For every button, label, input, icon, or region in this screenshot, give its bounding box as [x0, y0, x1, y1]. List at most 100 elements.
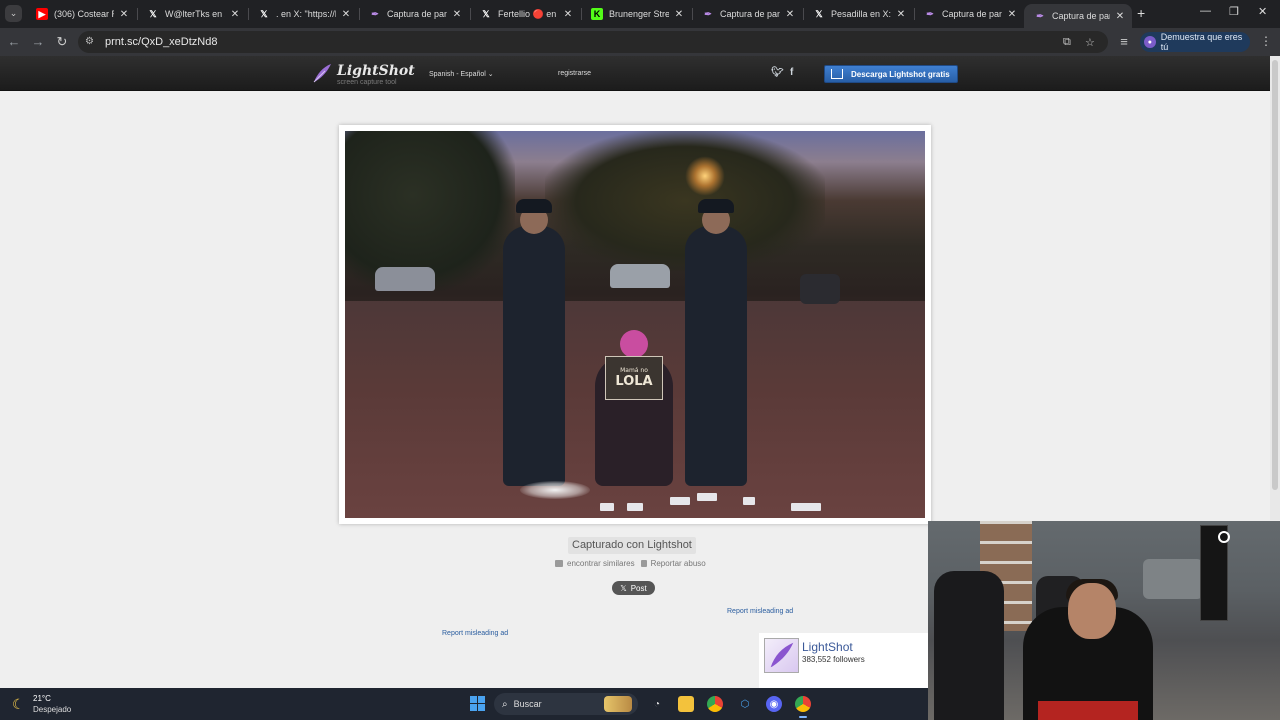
close-icon[interactable]: ✕: [451, 9, 463, 20]
sign-line-2: LOLA: [615, 374, 653, 389]
download-icon: [831, 69, 843, 79]
x-icon: 𝕏: [260, 8, 268, 19]
lightshot-icon: ✒: [371, 8, 379, 19]
browser-tab[interactable]: ✒ Captura de pantall ✕: [359, 4, 469, 24]
install-app-icon[interactable]: ⧉: [1063, 36, 1071, 49]
x-icon: 𝕏: [149, 8, 157, 19]
screenshot-image[interactable]: Mamá no LOLA: [345, 131, 925, 518]
more-menu-icon[interactable]: ⋮: [1260, 34, 1272, 48]
url-text[interactable]: prnt.sc/QxD_xeDtzNd8: [105, 36, 217, 48]
twitter-icon[interactable]: 🐦︎: [771, 67, 784, 78]
report-abuse-link[interactable]: Reportar abuso: [640, 559, 706, 568]
close-icon[interactable]: ✕: [673, 9, 685, 20]
moon-icon[interactable]: ☾: [12, 696, 25, 713]
browser-toolbar: ← → ↻ ⚙ prnt.sc/QxD_xeDtzNd8 ⧉ ☆ ≡ ● Dem…: [0, 28, 1280, 56]
lightshot-icon: ✒: [926, 8, 934, 19]
new-tab-icon[interactable]: +: [1137, 5, 1145, 21]
browser-tab[interactable]: ▶ (306) Costear Ren ✕: [26, 4, 136, 24]
close-window-icon[interactable]: ✕: [1258, 5, 1267, 18]
tab-title: Captura de pantall: [1052, 11, 1110, 21]
scrollbar-thumb[interactable]: [1272, 60, 1278, 490]
tab-title: Pesadilla en X: "ht: [831, 9, 891, 19]
brand-name: LightShot: [337, 63, 415, 79]
find-similar-label: encontrar similares: [567, 559, 635, 568]
search-icon: ⌕: [502, 698, 508, 710]
close-icon[interactable]: ✕: [562, 9, 574, 20]
taskbar-search[interactable]: ⌕ Buscar: [494, 693, 638, 715]
feather-icon: [313, 64, 331, 83]
download-label: Descarga Lightshot gratis: [851, 69, 950, 79]
page-scrollbar[interactable]: [1270, 56, 1280, 520]
reading-list-icon[interactable]: ≡: [1116, 34, 1132, 49]
close-icon[interactable]: ✕: [784, 9, 796, 20]
back-icon[interactable]: ←: [6, 34, 22, 49]
browser-tab[interactable]: 𝕏 . en X: "https://Lo ✕: [248, 4, 358, 24]
kick-icon: K: [591, 8, 603, 20]
weather-condition[interactable]: Despejado: [33, 705, 71, 714]
bookmark-star-icon[interactable]: ☆: [1085, 36, 1095, 49]
browser-tab[interactable]: K Brunenger Stream ✕: [581, 4, 691, 24]
chevron-down-icon: ⌄: [487, 71, 494, 78]
x-icon: 𝕏: [815, 8, 823, 19]
webcam-overlay: [928, 521, 1280, 720]
browser-tab-active[interactable]: ✒ Captura de pantall ✕: [1024, 4, 1132, 28]
followers-count: 383,552 followers: [802, 655, 865, 664]
x-icon: 𝕏: [620, 583, 627, 593]
youtube-icon: ▶: [36, 8, 48, 20]
start-button[interactable]: [470, 696, 485, 711]
close-icon[interactable]: ✕: [1006, 9, 1018, 20]
browser-tab[interactable]: 𝕏 W@lterTks en X: " ✕: [137, 4, 247, 24]
tab-title: (306) Costear Ren: [54, 9, 114, 19]
report-ad-link-left[interactable]: Report misleading ad: [442, 630, 508, 637]
browser-tab[interactable]: ✒ Captura de pantall ✕: [692, 4, 802, 24]
lightshot-icon: ✒: [1036, 10, 1044, 21]
windows-taskbar: ☾ 21°C Despejado ⌕ Buscar ◔ ⬡ ◉: [0, 688, 928, 720]
tab-search-button[interactable]: ⌄: [5, 5, 22, 22]
flag-icon: [640, 560, 647, 567]
close-icon[interactable]: ✕: [229, 9, 241, 20]
store-icon[interactable]: ⬡: [737, 696, 753, 712]
x-post-button[interactable]: 𝕏 Post: [612, 581, 655, 595]
close-icon[interactable]: ✕: [1114, 11, 1126, 22]
find-similar-link[interactable]: encontrar similares: [555, 559, 635, 568]
discord-icon[interactable]: ◉: [766, 696, 782, 712]
close-icon[interactable]: ✕: [895, 9, 907, 20]
download-button[interactable]: Descarga Lightshot gratis: [824, 65, 958, 83]
tab-title: Captura de pantall: [720, 9, 780, 19]
close-icon[interactable]: ✕: [118, 9, 130, 20]
facebook-icon[interactable]: f: [790, 67, 793, 78]
report-ad-link-right[interactable]: Report misleading ad: [727, 608, 793, 615]
register-link[interactable]: registrarse: [558, 70, 591, 77]
task-view-icon[interactable]: ◔: [649, 696, 665, 712]
page-name[interactable]: LightShot: [802, 640, 853, 654]
chrome-icon[interactable]: [707, 696, 723, 712]
tab-title: Brunenger Stream: [609, 9, 669, 19]
chrome-active-icon[interactable]: [795, 696, 811, 718]
profile-chip[interactable]: ● Demuestra que eres tú: [1140, 32, 1250, 52]
browser-tabstrip: ⌄ ▶ (306) Costear Ren ✕ 𝕏 W@lterTks en X…: [0, 0, 1280, 28]
restore-icon[interactable]: ❐: [1229, 5, 1239, 18]
tab-title: Captura de pantall: [942, 9, 1002, 19]
language-label: Spanish - Español: [429, 71, 486, 78]
browser-tab[interactable]: ✒ Captura de pantall ✕: [914, 4, 1024, 24]
profile-label: Demuestra que eres tú: [1160, 32, 1243, 52]
minimize-icon[interactable]: —: [1200, 5, 1211, 17]
reload-icon[interactable]: ↻: [54, 34, 70, 50]
close-icon[interactable]: ✕: [340, 9, 352, 20]
tab-title: . en X: "https://Lo: [276, 9, 336, 19]
file-explorer-icon[interactable]: [678, 696, 694, 712]
browser-tab[interactable]: 𝕏 Fertellio 🔴 en X: ✕: [470, 4, 580, 24]
address-bar[interactable]: ⚙ prnt.sc/QxD_xeDtzNd8 ⧉ ☆: [78, 31, 1108, 53]
language-selector[interactable]: Spanish - Español ⌄: [429, 70, 494, 78]
report-abuse-label: Reportar abuso: [650, 559, 706, 568]
tab-title: W@lterTks en X: ": [165, 9, 225, 19]
captured-with-label[interactable]: Capturado con Lightshot: [568, 537, 696, 554]
browser-tab[interactable]: 𝕏 Pesadilla en X: "ht ✕: [803, 4, 913, 24]
x-icon: 𝕏: [482, 8, 490, 19]
forward-icon[interactable]: →: [30, 34, 46, 49]
weather-temperature[interactable]: 21°C: [33, 694, 51, 703]
site-settings-icon[interactable]: ⚙: [85, 36, 94, 47]
facebook-page-widget[interactable]: LightShot 383,552 followers: [759, 633, 929, 688]
tab-title: Captura de pantall: [387, 9, 447, 19]
screenshot-frame: Mamá no LOLA: [339, 125, 931, 524]
